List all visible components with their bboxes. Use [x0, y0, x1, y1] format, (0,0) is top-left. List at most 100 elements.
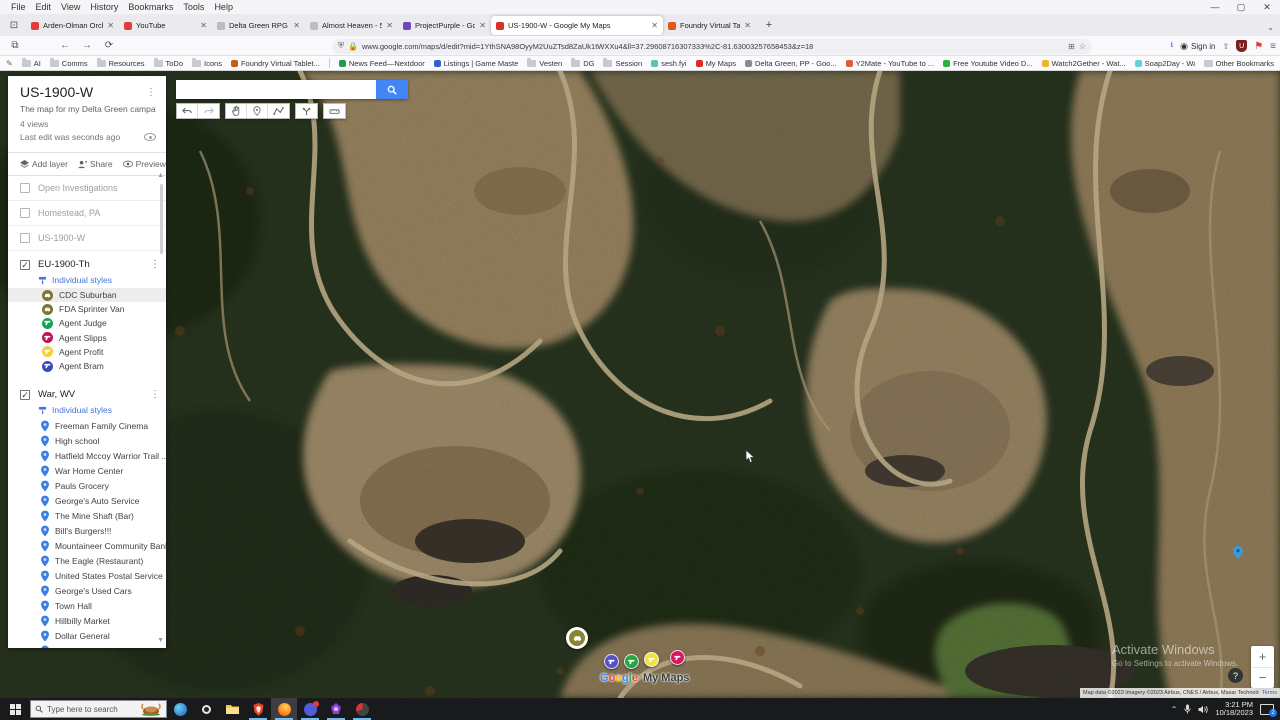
- menu-item[interactable]: Help: [209, 2, 238, 12]
- bookmark-item[interactable]: Listings | Game Maste: [433, 59, 518, 68]
- map-canvas[interactable]: [0, 68, 1280, 701]
- place-item[interactable]: United States Postal Service: [8, 568, 166, 583]
- pencil-icon[interactable]: ✎: [6, 59, 13, 68]
- other-bookmarks-button[interactable]: Other Bookmarks: [1203, 59, 1274, 68]
- undo-button[interactable]: [177, 104, 198, 118]
- taskbar-icon-firefox[interactable]: [271, 698, 297, 720]
- url-bar[interactable]: ⛨ 🔒 www.google.com/maps/d/edit?mid=1YthS…: [332, 38, 1092, 54]
- bookmark-item[interactable]: sesh.fyi: [651, 59, 687, 68]
- zoom-out-button[interactable]: −: [1251, 668, 1274, 689]
- map-menu-kebab-icon[interactable]: ⋮: [146, 87, 156, 98]
- bookmark-star-icon[interactable]: ☆: [1079, 42, 1086, 51]
- preview-button[interactable]: Preview: [122, 159, 166, 169]
- agent-map-marker[interactable]: [670, 650, 685, 665]
- layer-checkbox[interactable]: ✓: [20, 259, 30, 270]
- hamburger-menu-icon[interactable]: ≡: [1270, 41, 1276, 52]
- agent-feature-item[interactable]: CDC Suburban: [8, 288, 166, 303]
- start-button[interactable]: [0, 698, 30, 720]
- agent-map-marker[interactable]: [604, 654, 619, 669]
- layer-checkbox[interactable]: [20, 208, 30, 218]
- downloads-icon[interactable]: ⭳: [1170, 39, 1173, 53]
- layer-row[interactable]: US-1900-W: [8, 226, 166, 251]
- notification-center-icon[interactable]: 2: [1260, 703, 1277, 717]
- menu-item[interactable]: History: [85, 2, 123, 12]
- layer-menu-kebab-icon[interactable]: ⋮: [150, 389, 160, 400]
- tab-close-icon[interactable]: ✕: [744, 21, 751, 30]
- taskbar-icon-edge[interactable]: [167, 698, 193, 720]
- place-item[interactable]: George's Used Cars: [8, 583, 166, 598]
- add-marker-tool[interactable]: [247, 104, 268, 118]
- new-tab-button[interactable]: +: [760, 16, 778, 34]
- shield-icon[interactable]: ⛨: [338, 41, 344, 51]
- bookmark-item[interactable]: Y2Mate - YouTube to ...: [845, 59, 934, 68]
- bookmark-item[interactable]: Session: [603, 58, 642, 68]
- speaker-icon[interactable]: [1198, 705, 1209, 714]
- place-item[interactable]: Hatfield Mccoy Warrior Trail ...: [8, 448, 166, 463]
- browser-tab[interactable]: US-1900-W - Google My Maps ✕: [491, 16, 663, 35]
- menu-item[interactable]: File: [6, 2, 31, 12]
- place-item[interactable]: High school: [8, 433, 166, 448]
- bookmark-item[interactable]: My Maps: [695, 59, 736, 68]
- bookmark-item[interactable]: [328, 58, 330, 68]
- share-icon[interactable]: ⇧: [1222, 42, 1229, 51]
- browser-tab[interactable]: Arden-Olman Orch - Halleluj ✕: [26, 16, 119, 35]
- place-item[interactable]: Bill's Burgers!!!: [8, 523, 166, 538]
- bookmark-item[interactable]: Delta Green, PP - Goo...: [744, 59, 837, 68]
- reload-icon[interactable]: ⟳: [98, 40, 120, 51]
- browser-tab[interactable]: YouTube ✕: [119, 16, 212, 35]
- agent-feature-item[interactable]: FDA Sprinter Van: [8, 302, 166, 316]
- bookmark-item[interactable]: AI: [21, 58, 41, 68]
- help-button[interactable]: ?: [1228, 668, 1243, 683]
- layer-row[interactable]: Open Investigations: [8, 176, 166, 201]
- redo-button[interactable]: [198, 104, 219, 118]
- minimize-button[interactable]: —: [1202, 0, 1228, 14]
- menu-item[interactable]: Tools: [178, 2, 209, 12]
- place-item[interactable]: Town Hall: [8, 598, 166, 613]
- place-item[interactable]: Mountaineer Community Bank: [8, 538, 166, 553]
- place-item[interactable]: The Mine Shaft (Bar): [8, 508, 166, 523]
- maximize-button[interactable]: ▢: [1228, 0, 1254, 14]
- browser-tab[interactable]: Foundry Virtual Tabletop ✕: [663, 16, 756, 35]
- draw-line-tool[interactable]: [268, 104, 289, 118]
- container-tab-icon[interactable]: ⧉: [4, 40, 26, 51]
- bookmark-item[interactable]: Watch2Gether - Wat...: [1041, 59, 1126, 68]
- back-icon[interactable]: ←: [54, 40, 76, 51]
- add-layer-button[interactable]: Add layer: [20, 159, 68, 169]
- taskbar-icon-steam[interactable]: [193, 698, 219, 720]
- ublock-extension-icon[interactable]: U: [1236, 40, 1248, 52]
- tab-close-icon[interactable]: ✕: [107, 21, 114, 30]
- tab-close-icon[interactable]: ✕: [386, 21, 393, 30]
- map-search-input[interactable]: [176, 80, 376, 99]
- individual-styles-link[interactable]: Individual styles: [8, 272, 166, 288]
- scroll-down-icon[interactable]: ▼: [157, 637, 164, 644]
- scroll-up-icon[interactable]: ▲: [157, 172, 164, 179]
- layer-row-town[interactable]: ✓ War, WV ⋮: [8, 381, 166, 402]
- tab-close-icon[interactable]: ✕: [479, 21, 486, 30]
- dropped-pin[interactable]: [1232, 545, 1244, 565]
- layer-menu-kebab-icon[interactable]: ⋮: [150, 259, 160, 270]
- place-item[interactable]: War Home Center: [8, 463, 166, 478]
- bookmark-item[interactable]: DG: [571, 58, 594, 68]
- browser-tab[interactable]: Almost Heaven - 56de25aa-0091-4 ✕: [305, 16, 398, 35]
- taskbar-clock[interactable]: 3:21 PM 10/18/2023: [1215, 700, 1253, 718]
- tab-close-icon[interactable]: ✕: [200, 21, 207, 30]
- agent-map-marker[interactable]: [624, 654, 639, 669]
- tab-close-icon[interactable]: ✕: [651, 21, 658, 30]
- browser-tab[interactable]: Delta Green RPG - Agents Handbo ✕: [212, 16, 305, 35]
- taskbar-icon-foundry[interactable]: [323, 698, 349, 720]
- add-directions-tool[interactable]: [296, 104, 317, 118]
- place-item[interactable]: Freeman Family Cinema: [8, 418, 166, 433]
- bookmark-item[interactable]: Foundry Virtual Tablet...: [230, 59, 320, 68]
- microphone-icon[interactable]: [1184, 704, 1192, 714]
- bookmark-item[interactable]: Icons: [192, 58, 222, 68]
- selected-vehicle-marker[interactable]: [566, 627, 588, 649]
- hidden-icons-chevron[interactable]: ⌃: [1171, 705, 1178, 714]
- menu-item[interactable]: View: [56, 2, 85, 12]
- bookmark-item[interactable]: Resources: [96, 58, 145, 68]
- place-item[interactable]: Pauls Grocery: [8, 478, 166, 493]
- layer-checkbox[interactable]: [20, 183, 30, 193]
- agent-feature-item[interactable]: Agent Bram: [8, 359, 166, 373]
- forward-icon[interactable]: →: [76, 40, 98, 51]
- bookmark-item[interactable]: Vesten: [527, 58, 562, 68]
- browser-tab[interactable]: ProjectPurple - Google Forms ✕: [398, 16, 491, 35]
